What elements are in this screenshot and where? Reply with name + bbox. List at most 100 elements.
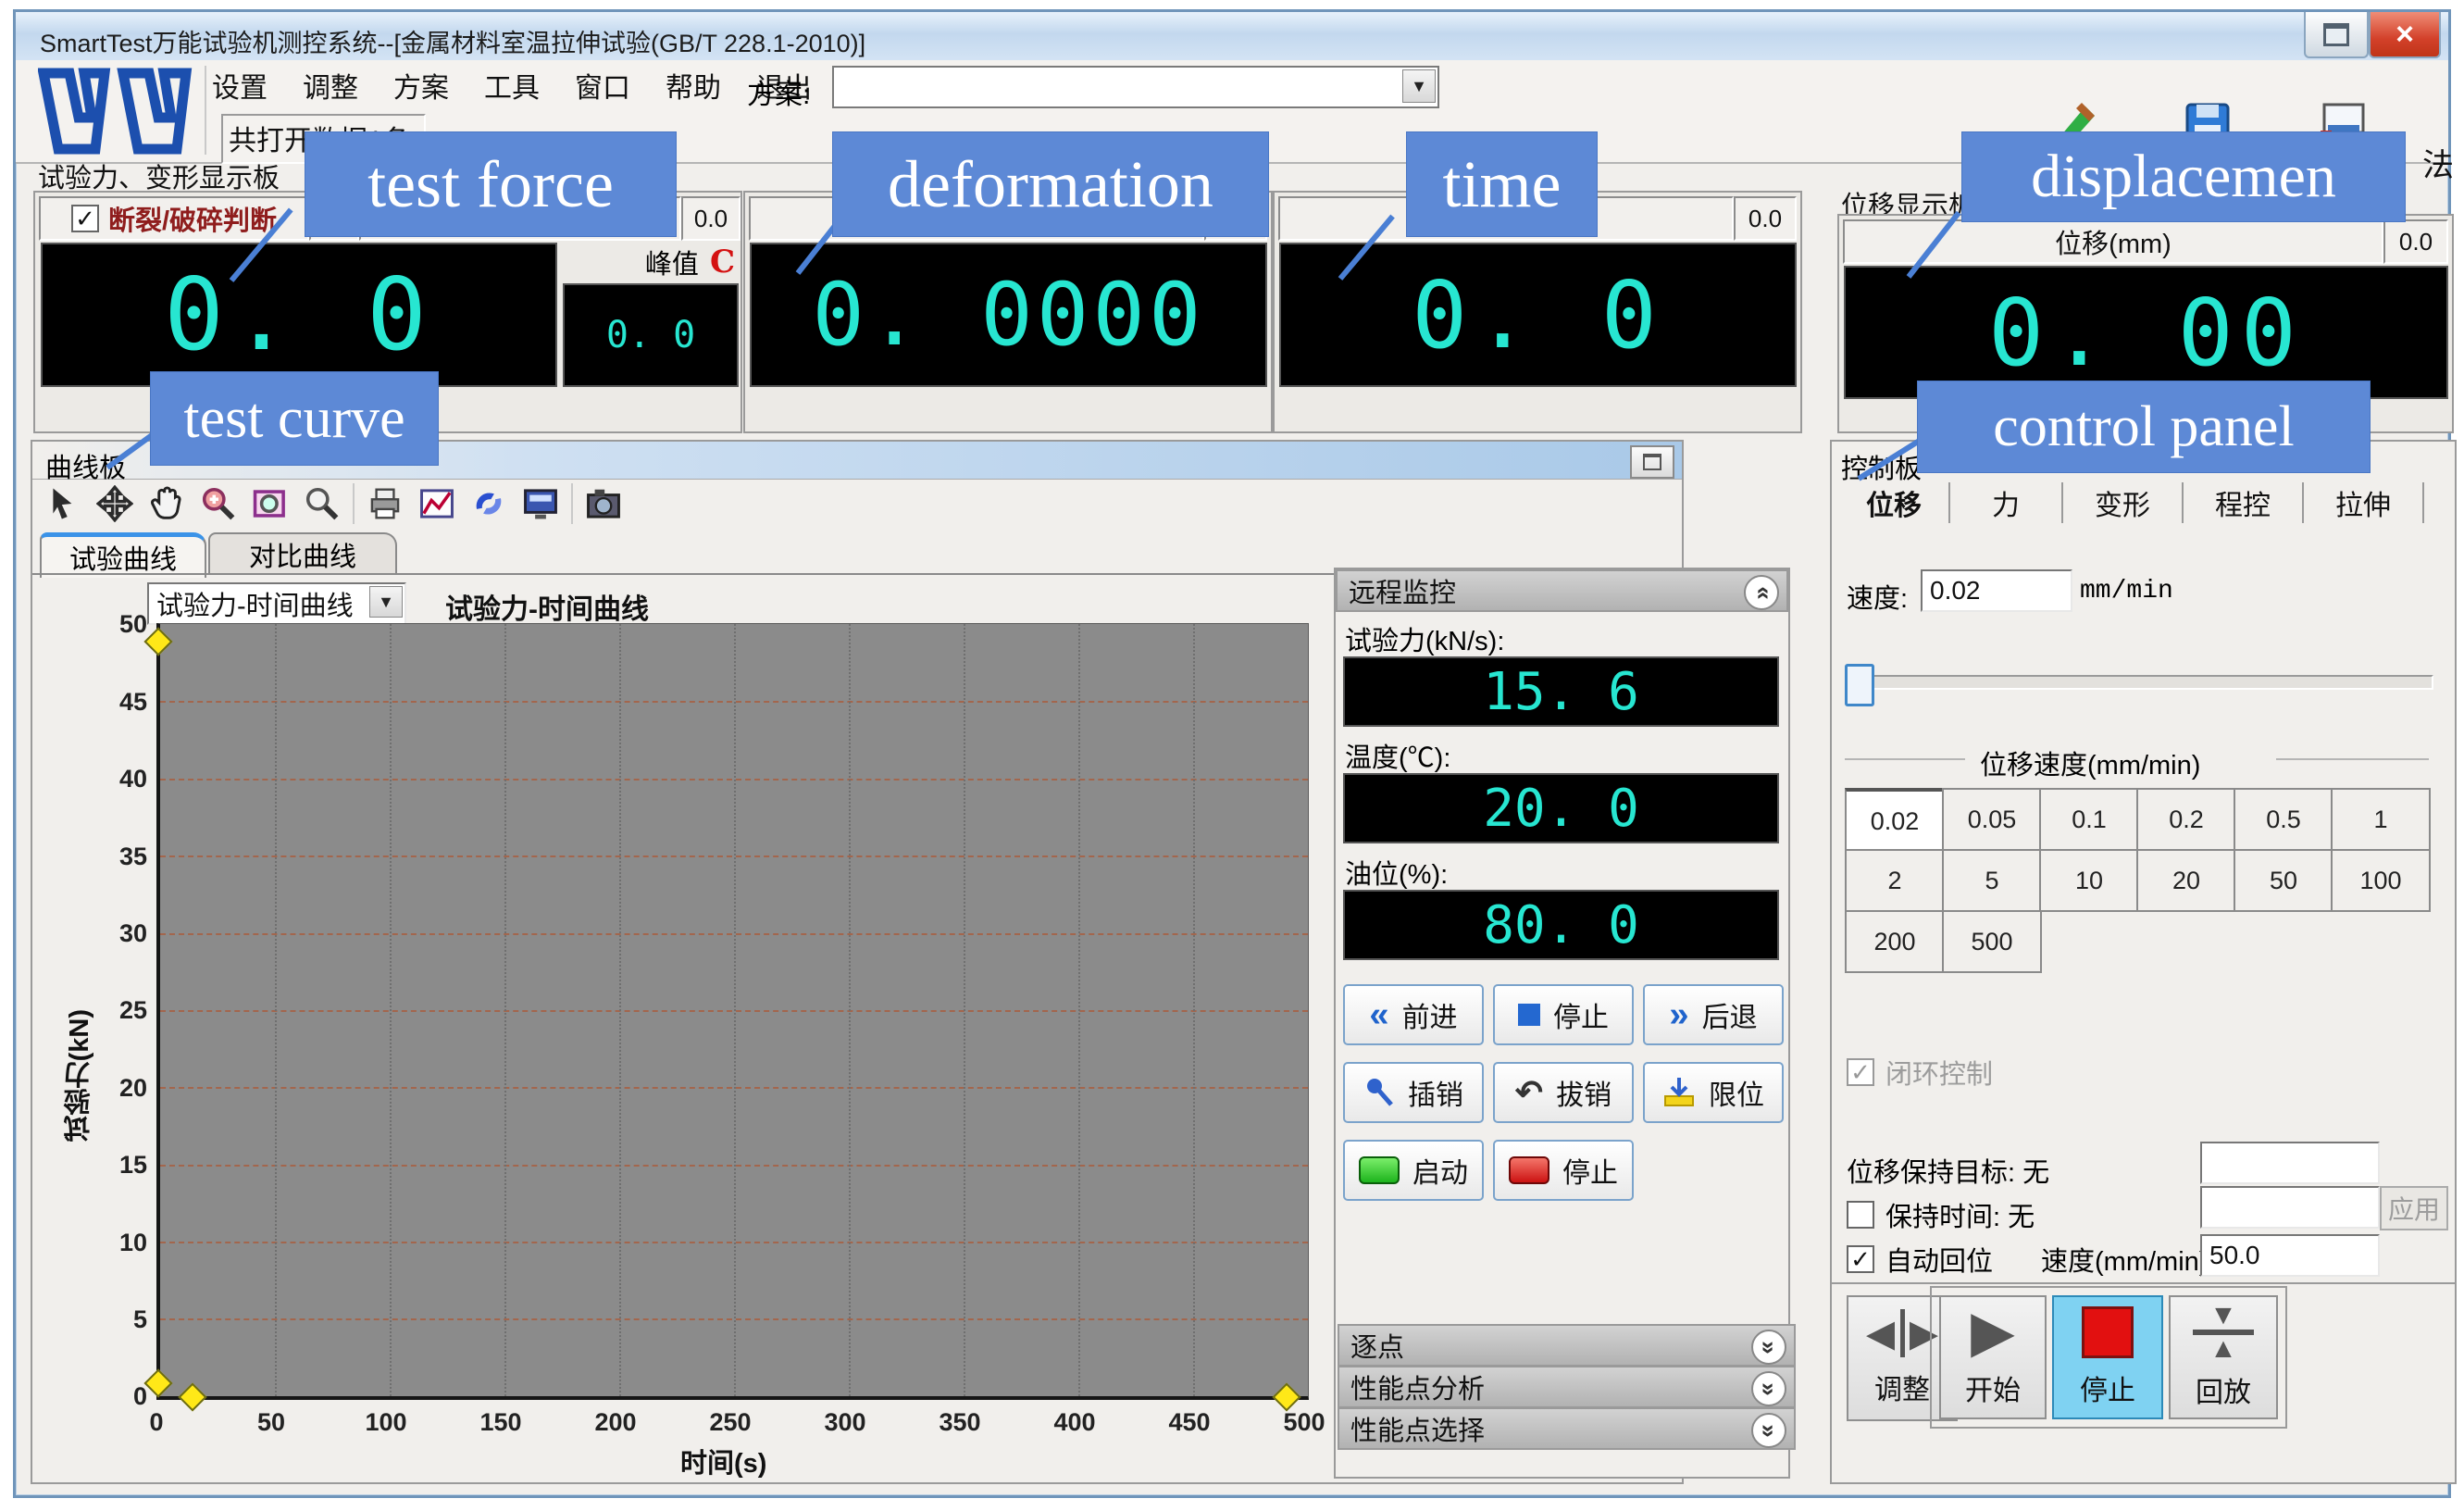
stop-motion-button[interactable]: 停止 [1493, 984, 1634, 1045]
scheme-combobox[interactable]: ▼ [832, 66, 1439, 108]
menu-scheme[interactable]: 方案 [393, 65, 449, 106]
collapse-down-icon[interactable]: » [1751, 1330, 1786, 1365]
peak-reset-icon[interactable]: C [710, 244, 735, 281]
section-point-by-point[interactable]: 逐点 » [1338, 1324, 1796, 1367]
start-button[interactable]: ▶ 开始 [1939, 1295, 2047, 1419]
control-panel: 控制板 位移 力 变形 程控 拉伸 速度: 0.02 mm/min 位移速度(m… [1830, 440, 2457, 1484]
hold-time-checkbox[interactable] [1847, 1201, 1874, 1229]
speed-option[interactable]: 20 [2136, 849, 2236, 912]
restore-button[interactable] [2304, 12, 2369, 58]
undo-icon: ↶ [1515, 1076, 1543, 1109]
limit-button[interactable]: 限位 [1643, 1062, 1784, 1123]
hold-time-input[interactable] [2200, 1186, 2380, 1229]
curve-settings-icon[interactable] [416, 482, 458, 525]
pan-hand-icon[interactable] [145, 482, 188, 525]
speed-option[interactable]: 50 [2234, 849, 2333, 912]
curve-panel-restore-button[interactable] [1630, 445, 1674, 479]
gridline-v [504, 624, 506, 1396]
machine-stop-button[interactable]: 停止 [1493, 1140, 1634, 1201]
speed-option[interactable]: 200 [1845, 910, 1945, 973]
menu-settings[interactable]: 设置 [212, 65, 268, 106]
x-tick: 300 [803, 1408, 887, 1437]
remote-force-label: 试验力(kN/s): [1345, 619, 1504, 658]
close-button[interactable]: × [2369, 12, 2441, 58]
hold-target-input[interactable] [2200, 1142, 2380, 1184]
forward-button[interactable]: « 前进 [1343, 984, 1484, 1045]
restore-pane-icon [1643, 454, 1661, 470]
backward-button[interactable]: » 后退 [1643, 984, 1784, 1045]
print-icon[interactable] [364, 482, 406, 525]
speed-input[interactable]: 0.02 [1921, 569, 2072, 612]
machine-start-button[interactable]: 启动 [1343, 1140, 1484, 1201]
stop-square-icon [2082, 1306, 2134, 1358]
title-bar[interactable]: SmartTest万能试验机测控系统--[金属材料室温拉伸试验(GB/T 228… [16, 12, 2448, 61]
pin-insert-button[interactable]: 插销 [1343, 1062, 1484, 1123]
annotation-control-panel: control panel [1918, 381, 2370, 472]
speed-option[interactable]: 0.05 [1942, 788, 2042, 851]
snapshot-icon[interactable] [582, 482, 625, 525]
force-deform-panel-label: 试验力、变形显示板 [38, 156, 280, 195]
speed-option[interactable]: 0.1 [2039, 788, 2139, 851]
tab-deformation[interactable]: 变形 [2063, 482, 2184, 523]
curve-audio-icon[interactable] [467, 482, 510, 525]
stop-button[interactable]: 停止 [2052, 1295, 2163, 1419]
remote-monitor-header[interactable]: 远程监控 » [1336, 569, 1788, 612]
collapse-down-icon[interactable]: » [1751, 1413, 1786, 1448]
speed-option[interactable]: 10 [2039, 849, 2139, 912]
y-tick: 30 [95, 919, 147, 948]
menu-tools[interactable]: 工具 [484, 65, 540, 106]
data-display-icon[interactable] [519, 482, 562, 525]
x-tick: 450 [1148, 1408, 1231, 1437]
section-performance-select[interactable]: 性能点选择 » [1338, 1407, 1796, 1450]
curve-type-dropdown-icon[interactable]: ▼ [369, 586, 403, 618]
play-icon: ▶ [1971, 1306, 2015, 1358]
chart-plot-area[interactable] [156, 623, 1309, 1400]
tab-tensile[interactable]: 拉伸 [2304, 482, 2424, 523]
speed-option[interactable]: 1 [2331, 788, 2431, 851]
tab-force[interactable]: 力 [1950, 482, 2063, 523]
x-tick: 400 [1033, 1408, 1116, 1437]
tab-test-curve[interactable]: 试验曲线 [40, 532, 206, 578]
scheme-dropdown-arrow-icon[interactable]: ▼ [1402, 69, 1436, 103]
speed-option[interactable]: 0.2 [2136, 788, 2236, 851]
menu-help[interactable]: 帮助 [666, 65, 721, 106]
x-axis-label: 时间(s) [680, 1442, 766, 1480]
tab-program[interactable]: 程控 [2184, 482, 2304, 523]
speed-unit: mm/min [2080, 577, 2173, 606]
zoom-window-icon[interactable] [249, 482, 292, 525]
speed-option[interactable]: 500 [1942, 910, 2042, 973]
auto-return-checkbox[interactable]: ✓ [1847, 1245, 1874, 1273]
speed-option[interactable]: 0.02 [1845, 788, 1945, 853]
remote-oil-lcd: 80. 0 [1343, 890, 1779, 960]
y-tick: 20 [95, 1074, 147, 1103]
section-performance-analysis[interactable]: 性能点分析 » [1338, 1366, 1796, 1408]
speed-option[interactable]: 0.5 [2234, 788, 2333, 851]
hold-time-label: 保持时间: 无 [1885, 1195, 2035, 1234]
break-judge-checkbox[interactable]: ✓ [71, 205, 99, 232]
pin-remove-button[interactable]: ↶ 拔销 [1493, 1062, 1634, 1123]
speed-option[interactable]: 2 [1845, 849, 1945, 912]
return-speed-input[interactable]: 50.0 [2200, 1234, 2380, 1277]
collapse-down-icon[interactable]: » [1751, 1371, 1786, 1406]
menu-adjust[interactable]: 调整 [303, 65, 358, 106]
toolbar-separator [205, 66, 206, 155]
collapse-up-icon[interactable]: » [1744, 575, 1779, 610]
tab-displacement[interactable]: 位移 [1839, 482, 1950, 523]
closed-loop-checkbox[interactable]: ✓ [1847, 1058, 1874, 1086]
peak-label: 峰值 [645, 243, 699, 281]
app-logo-icon [38, 68, 195, 155]
tab-compare-curve[interactable]: 对比曲线 [208, 532, 397, 575]
replay-button[interactable]: ▼ ▲ 回放 [2169, 1295, 2278, 1419]
menu-window[interactable]: 窗口 [575, 65, 630, 106]
select-cursor-icon[interactable] [42, 482, 84, 525]
apply-button[interactable]: 应用 [2380, 1186, 2448, 1230]
gridline-v [1193, 624, 1195, 1396]
move-cross-icon[interactable] [93, 482, 136, 525]
speed-slider-track[interactable] [1848, 675, 2433, 690]
speed-option[interactable]: 100 [2331, 849, 2431, 912]
curve-type-combobox[interactable]: 试验力-时间曲线 ▼ [147, 582, 406, 625]
zoom-out-icon[interactable] [301, 482, 343, 525]
speed-option[interactable]: 5 [1942, 849, 2042, 912]
zoom-in-icon[interactable] [197, 482, 240, 525]
speed-slider-handle[interactable] [1845, 664, 1874, 706]
